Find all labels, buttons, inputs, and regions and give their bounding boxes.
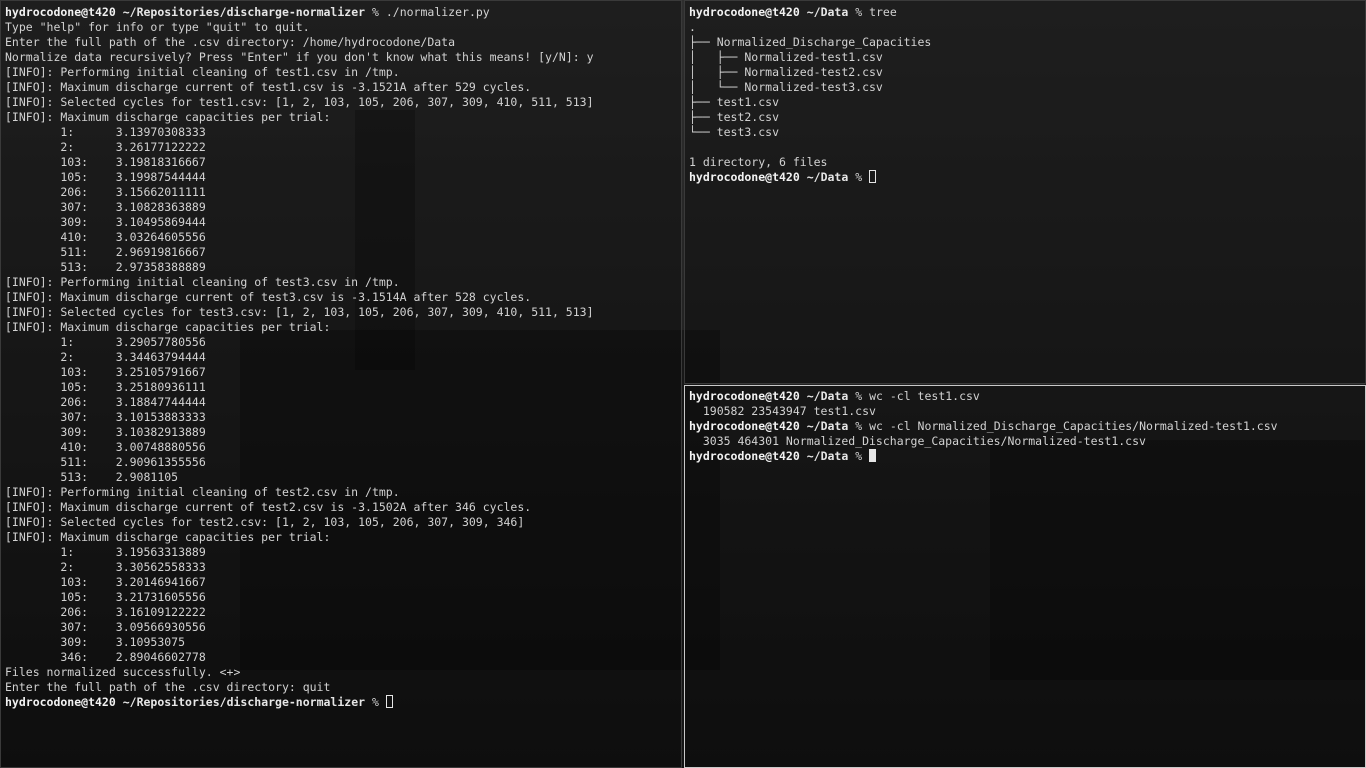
prompt-user: hydrocodone@t420 (689, 389, 800, 403)
output-line: [INFO]: Selected cycles for test2.csv: [… (5, 515, 525, 529)
prompt-line: hydrocodone@t420 ~/Data % wc -cl test1.c… (689, 389, 1363, 404)
tree-line: ├── test2.csv (689, 110, 780, 124)
prompt-command: wc -cl test1.csv (869, 389, 980, 403)
output-line: 1: 3.19563313889 (5, 545, 206, 559)
output-line: 3035 464301 Normalized_Discharge_Capacit… (689, 434, 1146, 448)
tree-line: │ ├── Normalized-test2.csv (689, 65, 883, 79)
terminal-pane-left[interactable]: hydrocodone@t420 ~/Repositories/discharg… (0, 0, 682, 768)
output-line: 103: 3.25105791667 (5, 365, 206, 379)
output-line: [INFO]: Performing initial cleaning of t… (5, 275, 400, 289)
output-line: 511: 2.96919816667 (5, 245, 206, 259)
prompt-symbol: % (371, 695, 379, 709)
prompt-path: ~/Repositories/discharge-normalizer (122, 695, 366, 709)
output-line: 410: 3.03264605556 (5, 230, 206, 244)
output-line: 2: 3.30562558333 (5, 560, 206, 574)
terminal-pane-top-right[interactable]: hydrocodone@t420 ~/Data % tree . ├── Nor… (684, 0, 1366, 384)
output-line: [INFO]: Selected cycles for test3.csv: [… (5, 305, 594, 319)
prompt-symbol: % (371, 5, 379, 19)
prompt-user: hydrocodone@t420 (5, 5, 116, 19)
output-line: [INFO]: Maximum discharge current of tes… (5, 500, 532, 514)
prompt-path: ~/Data (806, 419, 849, 433)
tree-line: └── test3.csv (689, 125, 780, 139)
output-line: 513: 2.97358388889 (5, 260, 206, 274)
output-line: 206: 3.15662011111 (5, 185, 206, 199)
output-line: 206: 3.16109122222 (5, 605, 206, 619)
terminal-pane-bottom-right[interactable]: hydrocodone@t420 ~/Data % wc -cl test1.c… (684, 385, 1366, 768)
output-line: Normalize data recursively? Press "Enter… (5, 50, 594, 64)
text-cursor (869, 170, 877, 183)
tree-line (689, 140, 1363, 155)
output-line: 346: 2.89046602778 (5, 650, 206, 664)
prompt-symbol: % (855, 5, 863, 19)
prompt-symbol: % (855, 389, 863, 403)
output-line: Enter the full path of the .csv director… (5, 35, 456, 49)
output-line: 2: 3.26177122222 (5, 140, 206, 154)
prompt-user: hydrocodone@t420 (5, 695, 116, 709)
output-line: 511: 2.90961355556 (5, 455, 206, 469)
output-line: 206: 3.18847744444 (5, 395, 206, 409)
prompt-path: ~/Data (806, 449, 849, 463)
tree-line: ├── test1.csv (689, 95, 780, 109)
prompt-command: wc -cl Normalized_Discharge_Capacities/N… (869, 419, 1278, 433)
prompt-symbol: % (855, 419, 863, 433)
prompt-line: hydrocodone@t420 ~/Repositories/discharg… (5, 5, 679, 20)
output-line: [INFO]: Maximum discharge capacities per… (5, 110, 331, 124)
output-line: 410: 3.00748880556 (5, 440, 206, 454)
output-line: Files normalized successfully. <+> (5, 665, 241, 679)
prompt-symbol: % (855, 170, 863, 184)
output-line: [INFO]: Performing initial cleaning of t… (5, 485, 400, 499)
prompt-user: hydrocodone@t420 (689, 5, 800, 19)
prompt-line: hydrocodone@t420 ~/Data % wc -cl Normali… (689, 419, 1363, 434)
output-line: 2: 3.34463794444 (5, 350, 206, 364)
prompt-command: ./normalizer.py (385, 5, 490, 19)
output-line: [INFO]: Maximum discharge capacities per… (5, 320, 331, 334)
output-line: 309: 3.10953075 (5, 635, 186, 649)
prompt-line: hydrocodone@t420 ~/Data % (689, 170, 1363, 185)
output-line: [INFO]: Selected cycles for test1.csv: [… (5, 95, 594, 109)
prompt-user: hydrocodone@t420 (689, 170, 800, 184)
text-cursor-active (869, 449, 877, 462)
output-line: 105: 3.19987544444 (5, 170, 206, 184)
terminal-output-left: hydrocodone@t420 ~/Repositories/discharg… (5, 5, 679, 710)
prompt-line: hydrocodone@t420 ~/Data % tree (689, 5, 1363, 20)
output-line: 307: 3.10828363889 (5, 200, 206, 214)
prompt-path: ~/Repositories/discharge-normalizer (122, 5, 366, 19)
output-line: 309: 3.10495869444 (5, 215, 206, 229)
output-line: 105: 3.21731605556 (5, 590, 206, 604)
terminal-output-top-right: hydrocodone@t420 ~/Data % tree . ├── Nor… (689, 5, 1363, 185)
prompt-command: tree (869, 5, 897, 19)
tree-line: │ └── Normalized-test3.csv (689, 80, 883, 94)
tree-line: ├── Normalized_Discharge_Capacities (689, 35, 932, 49)
prompt-line: hydrocodone@t420 ~/Repositories/discharg… (5, 695, 679, 710)
output-line: 190582 23543947 test1.csv (689, 404, 876, 418)
tree-line: │ ├── Normalized-test1.csv (689, 50, 883, 64)
prompt-symbol: % (855, 449, 863, 463)
output-line: [INFO]: Maximum discharge current of tes… (5, 290, 532, 304)
output-line: Type "help" for info or type "quit" to q… (5, 20, 310, 34)
text-cursor (385, 695, 393, 708)
output-line: [INFO]: Performing initial cleaning of t… (5, 65, 400, 79)
output-line: 309: 3.10382913889 (5, 425, 206, 439)
output-line: [INFO]: Maximum discharge capacities per… (5, 530, 331, 544)
output-line: 513: 2.9081105 (5, 470, 179, 484)
output-line: 1: 3.13970308333 (5, 125, 206, 139)
prompt-path: ~/Data (806, 5, 849, 19)
output-line: 1: 3.29057780556 (5, 335, 206, 349)
output-line: 307: 3.09566930556 (5, 620, 206, 634)
output-line: 103: 3.19818316667 (5, 155, 206, 169)
output-line: Enter the full path of the .csv director… (5, 680, 331, 694)
output-line: 105: 3.25180936111 (5, 380, 206, 394)
prompt-user: hydrocodone@t420 (689, 419, 800, 433)
output-line: [INFO]: Maximum discharge current of tes… (5, 80, 532, 94)
output-line: 307: 3.10153883333 (5, 410, 206, 424)
tree-summary: 1 directory, 6 files (689, 155, 828, 169)
prompt-path: ~/Data (806, 389, 849, 403)
prompt-path: ~/Data (806, 170, 849, 184)
terminal-output-bottom-right: hydrocodone@t420 ~/Data % wc -cl test1.c… (689, 389, 1363, 464)
output-line: 103: 3.20146941667 (5, 575, 206, 589)
tree-line: . (689, 20, 696, 34)
prompt-line: hydrocodone@t420 ~/Data % (689, 449, 1363, 464)
prompt-user: hydrocodone@t420 (689, 449, 800, 463)
